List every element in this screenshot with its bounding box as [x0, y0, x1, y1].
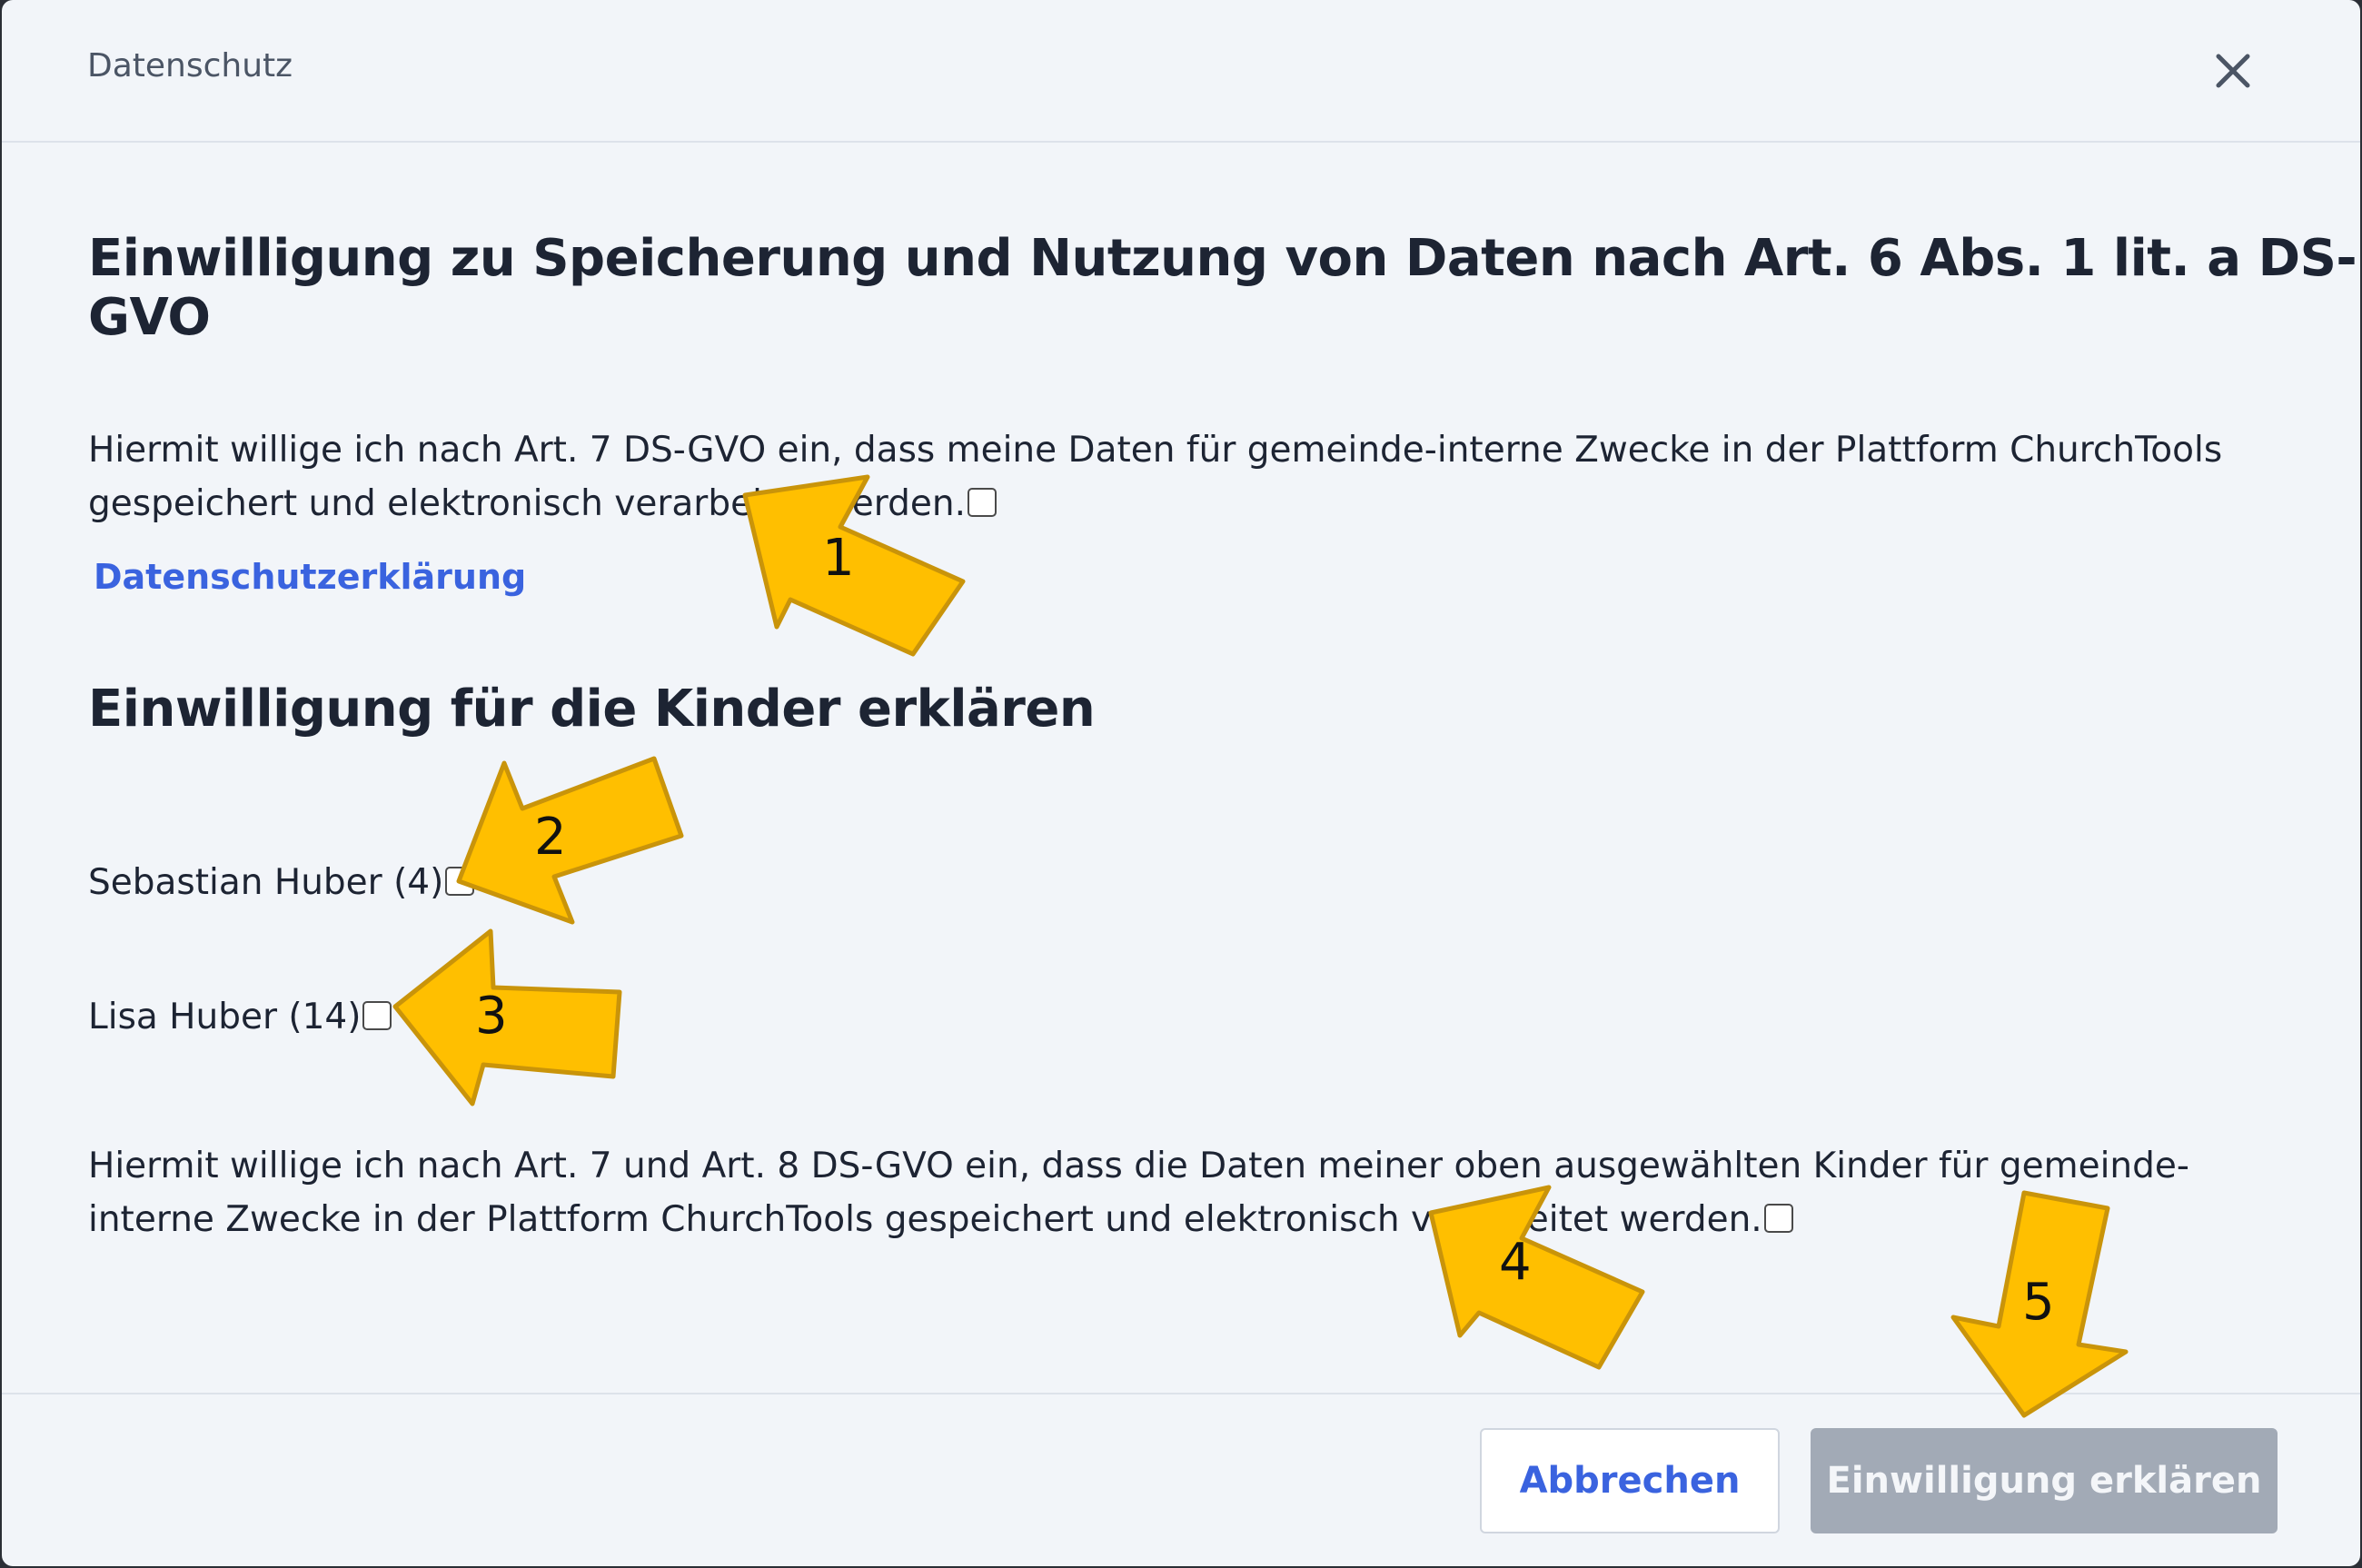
child-label: Lisa Huber (14): [88, 997, 362, 1037]
children-consent-paragraph: Hiermit willige ich nach Art. 7 und Art.…: [88, 1139, 2287, 1246]
consent-paragraph: Hiermit willige ich nach Art. 7 DS-GVO e…: [88, 423, 2287, 531]
children-heading: Einwilligung für die Kinder erklären: [88, 680, 1096, 739]
page: Datenschutz Einwilligung zu Speicherung …: [0, 0, 2362, 1568]
consent-text: Hiermit willige ich nach Art. 7 DS-GVO e…: [88, 430, 2223, 524]
close-button[interactable]: [2208, 45, 2258, 96]
children-consent-text: Hiermit willige ich nach Art. 7 und Art.…: [88, 1146, 2189, 1240]
consent-heading: Einwilligung zu Speicherung und Nutzung …: [88, 229, 2357, 347]
confirm-consent-button[interactable]: Einwilligung erklären: [1811, 1428, 2278, 1533]
child-checkbox-lisa[interactable]: [362, 1001, 392, 1030]
child-label: Sebastian Huber (4): [88, 862, 444, 903]
dialog-title: Datenschutz: [87, 47, 293, 84]
consent-checkbox[interactable]: [968, 488, 997, 517]
children-consent-checkbox[interactable]: [1763, 1204, 1793, 1233]
child-checkbox-sebastian[interactable]: [445, 867, 475, 896]
cancel-button[interactable]: Abbrechen: [1480, 1428, 1780, 1533]
privacy-dialog: Datenschutz Einwilligung zu Speicherung …: [2, 0, 2360, 1566]
child-row-lisa: Lisa Huber (14): [88, 990, 392, 1044]
close-icon: [2216, 54, 2250, 88]
dialog-header: Datenschutz: [2, 0, 2360, 143]
privacy-policy-link[interactable]: Datenschutzerklärung: [94, 557, 526, 597]
child-row-sebastian: Sebastian Huber (4): [88, 856, 475, 909]
